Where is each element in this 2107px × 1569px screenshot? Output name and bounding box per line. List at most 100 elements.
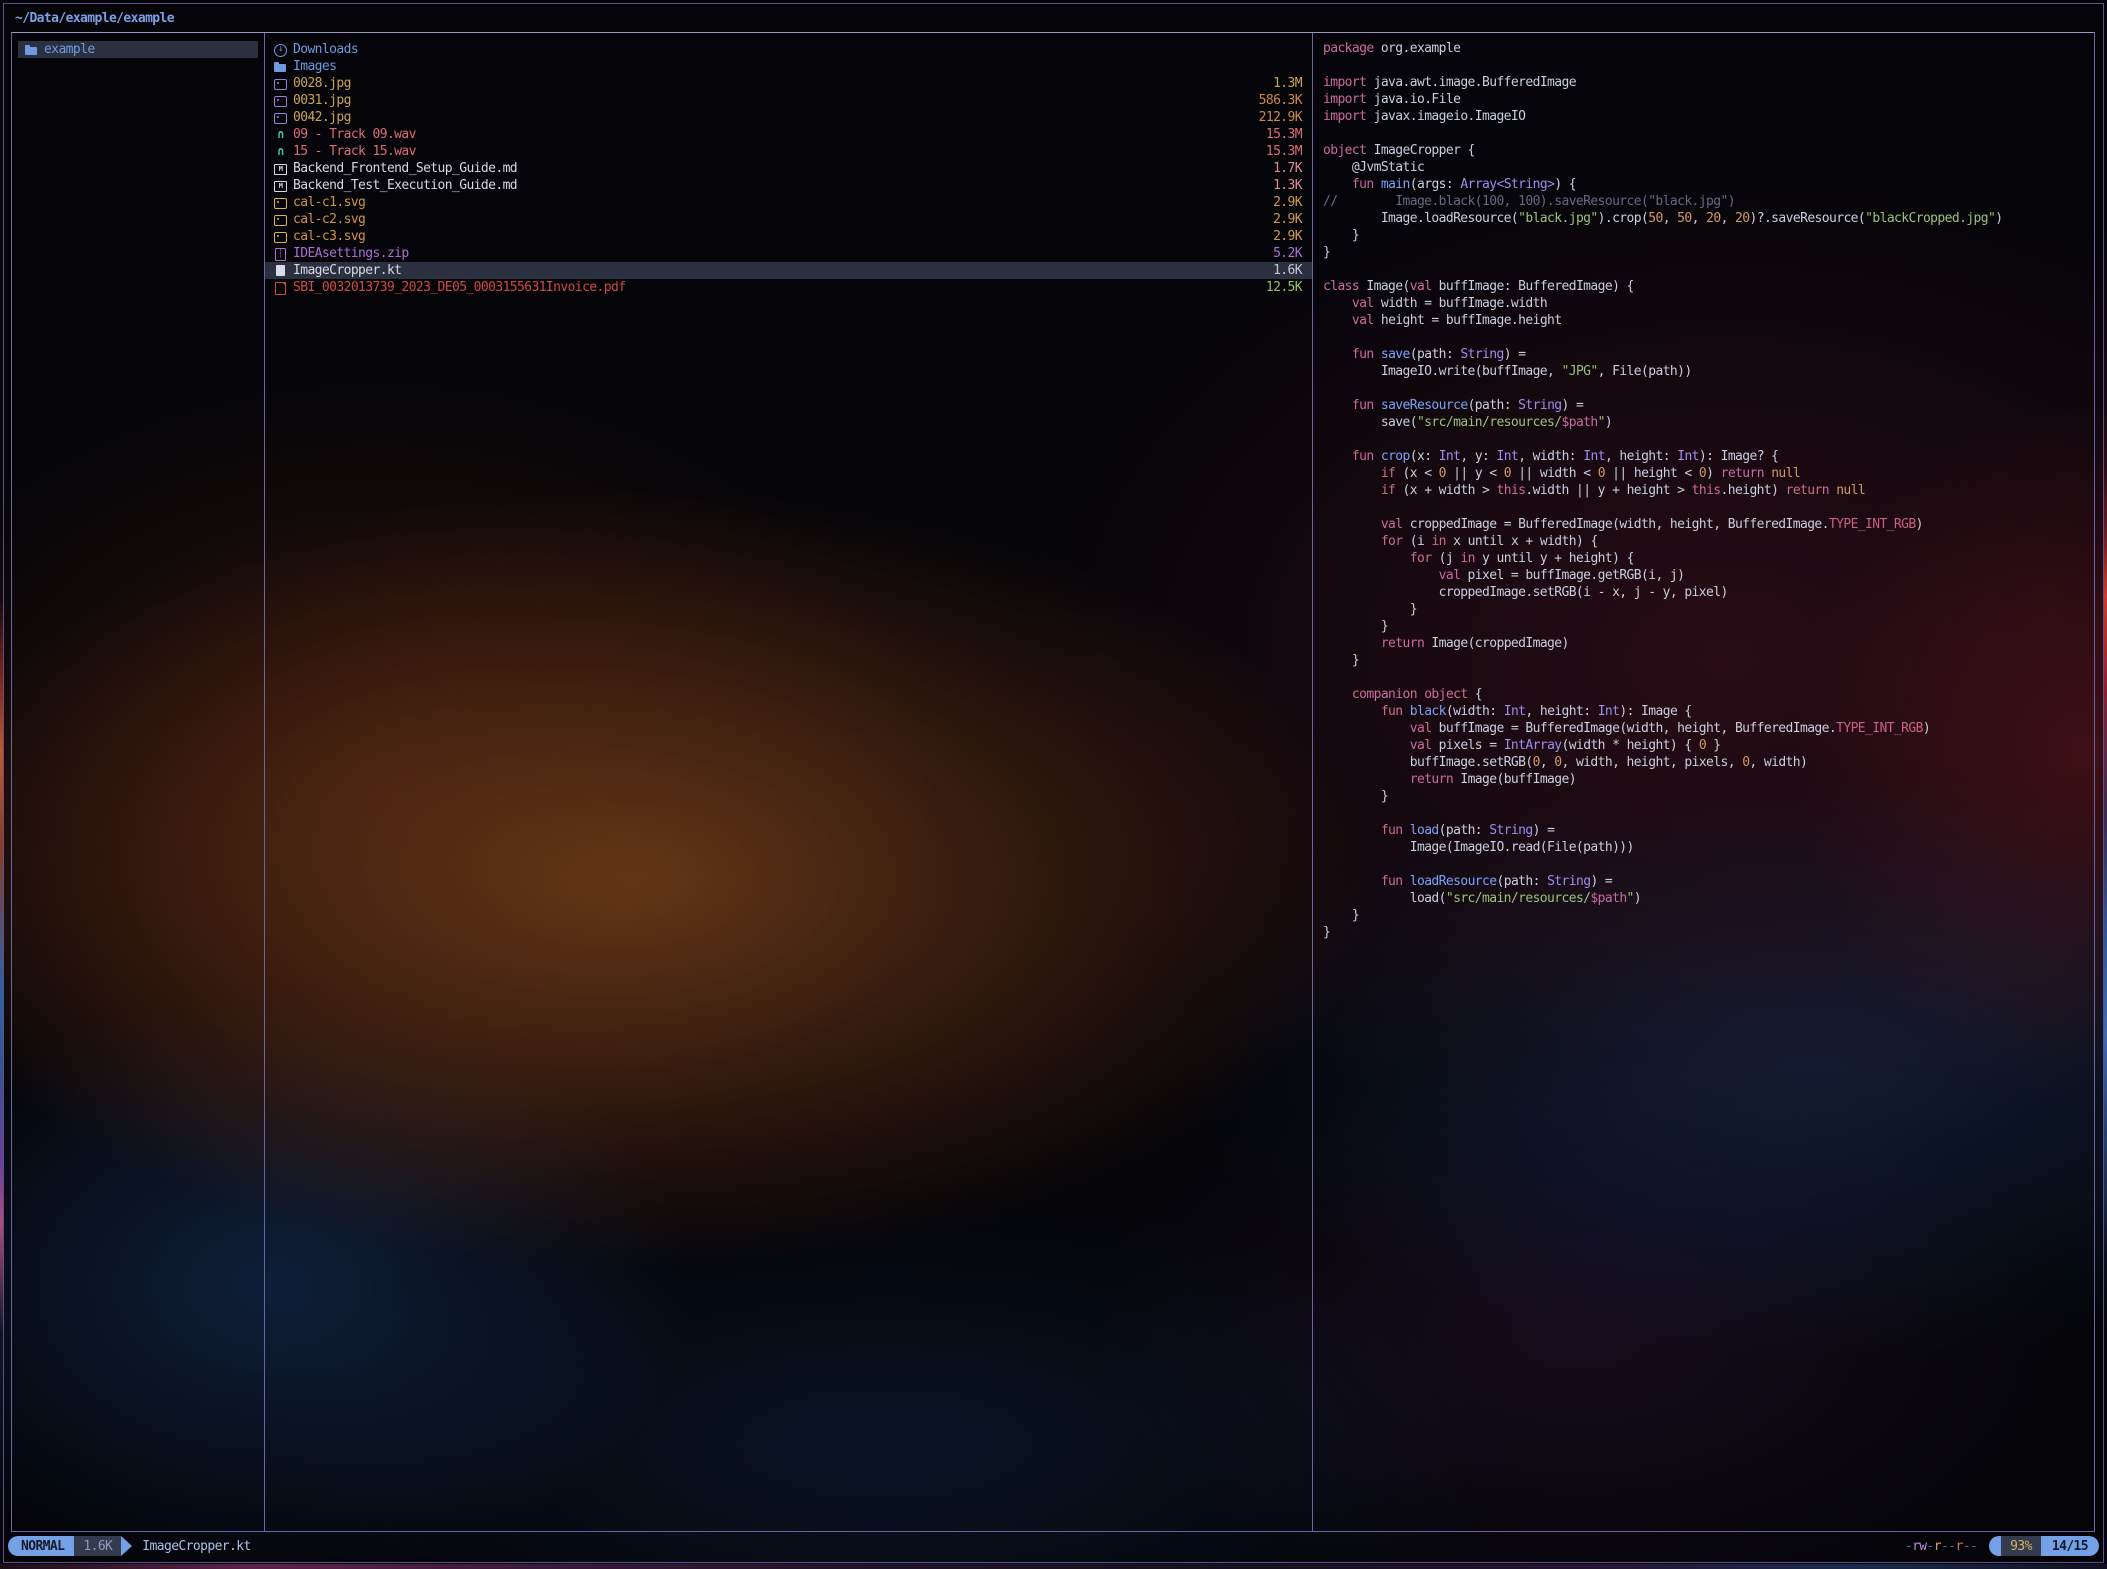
- screen: ~/Data/example/example example Downloads…: [0, 0, 2107, 1569]
- code-line: buffImage.setRGB(0, 0, width, height, pi…: [1323, 755, 2094, 772]
- status-file-name: ImageCropper.kt: [142, 1539, 250, 1554]
- file-row[interactable]: cal-c1.svg2.9K: [265, 194, 1312, 211]
- wallpaper-edge-bottom: [0, 1564, 2107, 1569]
- file-size-indicator: 1.6K: [74, 1536, 121, 1556]
- vector-icon: [273, 194, 288, 211]
- file-row[interactable]: 0042.jpg 212.9K: [265, 109, 1312, 126]
- file-row[interactable]: 0028.jpg1.3M: [265, 75, 1312, 92]
- code-line: }: [1323, 925, 2094, 942]
- code-line: [1323, 126, 2094, 143]
- image-icon: [273, 75, 288, 92]
- markdown-icon: [273, 177, 288, 194]
- permission-token: rw: [1912, 1539, 1926, 1554]
- file-size: 15.3M: [1254, 144, 1302, 159]
- file-row[interactable]: 15 - Track 15.wav15.3M: [265, 143, 1312, 160]
- permission-token: --: [1963, 1539, 1977, 1554]
- code-line: fun black(width: Int, height: Int): Imag…: [1323, 704, 2094, 721]
- code-line: return Image(buffImage): [1323, 772, 2094, 789]
- file-size: 212.9K: [1247, 110, 1302, 125]
- code-line: for (j in y until y + height) {: [1323, 551, 2094, 568]
- code-line: fun main(args: Array<String>) {: [1323, 177, 2094, 194]
- file-list-pane[interactable]: DownloadsImages0028.jpg1.3M0031.jpg586.3…: [265, 33, 1313, 1531]
- file-size: 1.7K: [1261, 161, 1302, 176]
- code-line: if (x < 0 || y < 0 || width < 0 || heigh…: [1323, 466, 2094, 483]
- file-size: 2.9K: [1261, 212, 1302, 227]
- file-name: 0028.jpg: [293, 76, 351, 91]
- code-line: [1323, 500, 2094, 517]
- code-line: companion object {: [1323, 687, 2094, 704]
- file-row[interactable]: IDEAsettings.zip5.2K: [265, 245, 1312, 262]
- code-line: fun crop(x: Int, y: Int, width: Int, hei…: [1323, 449, 2094, 466]
- audio-icon: [273, 143, 288, 160]
- file-row[interactable]: ImageCropper.kt1.6K: [265, 262, 1312, 279]
- file-name: ImageCropper.kt: [293, 263, 401, 278]
- code-line: [1323, 670, 2094, 687]
- file-row[interactable]: cal-c2.svg2.9K: [265, 211, 1312, 228]
- image-icon: [273, 109, 288, 126]
- parent-dir-item[interactable]: example: [18, 41, 258, 58]
- permission-token: r: [1934, 1539, 1941, 1554]
- permission-token: --: [1941, 1539, 1955, 1554]
- code-line: import java.awt.image.BufferedImage: [1323, 75, 2094, 92]
- code-line: }: [1323, 653, 2094, 670]
- vector-icon: [273, 211, 288, 228]
- file-name: cal-c3.svg: [293, 229, 365, 244]
- file-row[interactable]: cal-c3.svg 2.9K: [265, 228, 1312, 245]
- code-line: val buffImage = BufferedImage(width, hei…: [1323, 721, 2094, 738]
- file-icon: [273, 262, 288, 279]
- code-line: fun loadResource(path: String) =: [1323, 874, 2094, 891]
- code-line: fun save(path: String) =: [1323, 347, 2094, 364]
- file-name: 09 - Track 09.wav: [293, 127, 416, 142]
- code-line: [1323, 330, 2094, 347]
- file-row[interactable]: Downloads: [265, 41, 1312, 58]
- file-size: 15.3M: [1254, 127, 1302, 142]
- terminal-window: ~/Data/example/example example Downloads…: [3, 3, 2104, 1563]
- code-line: class Image(val buffImage: BufferedImage…: [1323, 279, 2094, 296]
- code-line: package org.example: [1323, 41, 2094, 58]
- code-line: object ImageCropper {: [1323, 143, 2094, 160]
- file-row[interactable]: 09 - Track 09.wav 15.3M: [265, 126, 1312, 143]
- file-size: 2.9K: [1261, 229, 1302, 244]
- file-size: 586.3K: [1247, 93, 1302, 108]
- code-line: }: [1323, 245, 2094, 262]
- parent-pane[interactable]: example: [12, 33, 265, 1531]
- file-row[interactable]: Backend_Frontend_Setup_Guide.md 1.7K: [265, 160, 1312, 177]
- code-line: val height = buffImage.height: [1323, 313, 2094, 330]
- code-line: Image.loadResource("black.jpg").crop(50,…: [1323, 211, 2094, 228]
- file-size: 2.9K: [1261, 195, 1302, 210]
- preview-pane[interactable]: package org.example import java.awt.imag…: [1313, 33, 2094, 1531]
- status-bar-left: NORMAL 1.6K ImageCropper.kt: [8, 1536, 251, 1556]
- markdown-icon: [273, 160, 288, 177]
- code-line: val width = buffImage.width: [1323, 296, 2094, 313]
- file-row[interactable]: Images: [265, 58, 1312, 75]
- code-line: }: [1323, 908, 2094, 925]
- code-line: return Image(croppedImage): [1323, 636, 2094, 653]
- code-line: }: [1323, 602, 2094, 619]
- code-line: val pixel = buffImage.getRGB(i, j): [1323, 568, 2094, 585]
- status-bar: NORMAL 1.6K ImageCropper.kt -rw-r--r-- 9…: [5, 1534, 2102, 1558]
- cursor-position: 14/15: [2041, 1536, 2099, 1556]
- code-line: save("src/main/resources/$path"): [1323, 415, 2094, 432]
- file-name: IDEAsettings.zip: [293, 246, 409, 261]
- file-name: Backend_Frontend_Setup_Guide.md: [293, 161, 517, 176]
- code-line: val pixels = IntArray(width * height) { …: [1323, 738, 2094, 755]
- code-line: import javax.imageio.ImageIO: [1323, 109, 2094, 126]
- status-bar-right: -rw-r--r-- 93% 14/15: [1905, 1536, 2099, 1556]
- file-row[interactable]: 0031.jpg586.3K: [265, 92, 1312, 109]
- code-line: @JvmStatic: [1323, 160, 2094, 177]
- code-line: ImageIO.write(buffImage, "JPG", File(pat…: [1323, 364, 2094, 381]
- code-line: for (i in x until x + width) {: [1323, 534, 2094, 551]
- file-row[interactable]: SBI_0032013739_2023_DE05_0003155631Invoi…: [265, 279, 1312, 296]
- file-name: 0042.jpg: [293, 110, 351, 125]
- code-line: }: [1323, 789, 2094, 806]
- permission-token: r: [1955, 1539, 1962, 1554]
- file-size: 12.5K: [1254, 280, 1302, 295]
- code-line: Image(ImageIO.read(File(path))): [1323, 840, 2094, 857]
- code-line: val croppedImage = BufferedImage(width, …: [1323, 517, 2094, 534]
- scroll-percent: 93%: [2001, 1536, 2041, 1556]
- code-line: croppedImage.setRGB(i - x, j - y, pixel): [1323, 585, 2094, 602]
- panes-container: example DownloadsImages0028.jpg1.3M0031.…: [11, 32, 2095, 1532]
- file-row[interactable]: Backend_Test_Execution_Guide.md1.3K: [265, 177, 1312, 194]
- file-name: Images: [293, 59, 336, 74]
- code-line: }: [1323, 228, 2094, 245]
